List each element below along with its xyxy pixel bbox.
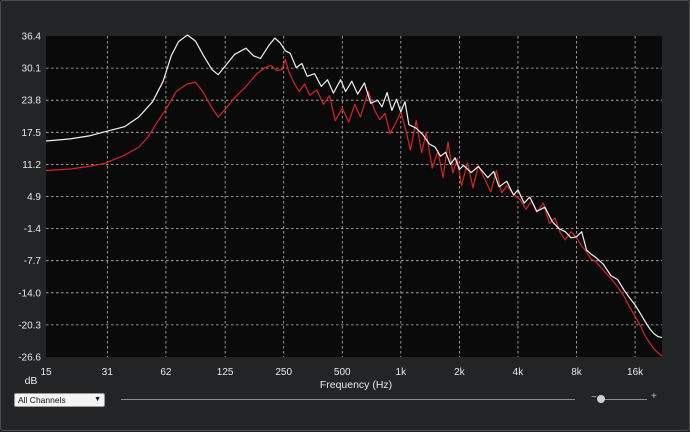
y-axis-title: dB	[25, 375, 38, 387]
x-tick-label: 8k	[571, 367, 583, 378]
x-tick-label: 4k	[513, 367, 525, 378]
x-tick-label: 31	[102, 367, 114, 378]
x-tick-label: 2k	[454, 367, 466, 378]
channel-dropdown-value: All Channels	[18, 395, 66, 405]
horizontal-scrollbar[interactable]	[121, 399, 575, 400]
spectrum-panel: 15 31 62 125 250 500 1k 2k 4k 8k 16k 36.4 30.1 23.8 1…	[0, 0, 690, 431]
y-tick-label: 17.5	[22, 128, 42, 139]
y-tick-label: 11.2	[22, 160, 41, 171]
y-tick-label: -20.3	[18, 320, 41, 331]
x-tick-label: 1k	[396, 367, 408, 378]
frequency-chart: 15 31 62 125 250 500 1k 2k 4k 8k 16k 36.4 30.1 23.8 1…	[18, 32, 663, 391]
x-tick-label: 62	[160, 367, 172, 378]
y-tick-label: 30.1	[22, 64, 42, 75]
y-tick-label: 4.9	[27, 192, 41, 203]
x-tick-label: 125	[217, 367, 234, 378]
y-tick-labels: 36.4 30.1 23.8 17.5 11.2 4.9 -1.4 -7.7 -14.0 -20.…	[18, 32, 41, 364]
x-tick-label: 250	[275, 367, 292, 378]
zoom-slider[interactable]	[599, 399, 647, 400]
y-tick-label: -1.4	[24, 224, 42, 235]
zoom-in-button[interactable]: +	[651, 391, 657, 402]
zoom-slider-handle[interactable]	[597, 395, 605, 403]
x-tick-labels: 15 31 62 125 250 500 1k 2k 4k 8k 16k	[40, 367, 644, 378]
x-tick-label: 15	[40, 367, 52, 378]
y-tick-label: -14.0	[18, 288, 41, 299]
y-tick-label: 23.8	[22, 96, 42, 107]
x-tick-label: 16k	[627, 367, 644, 378]
chevron-down-icon: ▼	[94, 396, 101, 403]
y-tick-label: 36.4	[22, 32, 42, 43]
zoom-out-button[interactable]: −	[591, 392, 597, 403]
channel-dropdown[interactable]: All Channels ▼	[14, 393, 105, 407]
x-axis-title: Frequency (Hz)	[320, 379, 392, 391]
y-tick-label: -7.7	[24, 256, 42, 267]
y-tick-label: -26.6	[18, 353, 41, 364]
x-tick-label: 500	[334, 367, 351, 378]
